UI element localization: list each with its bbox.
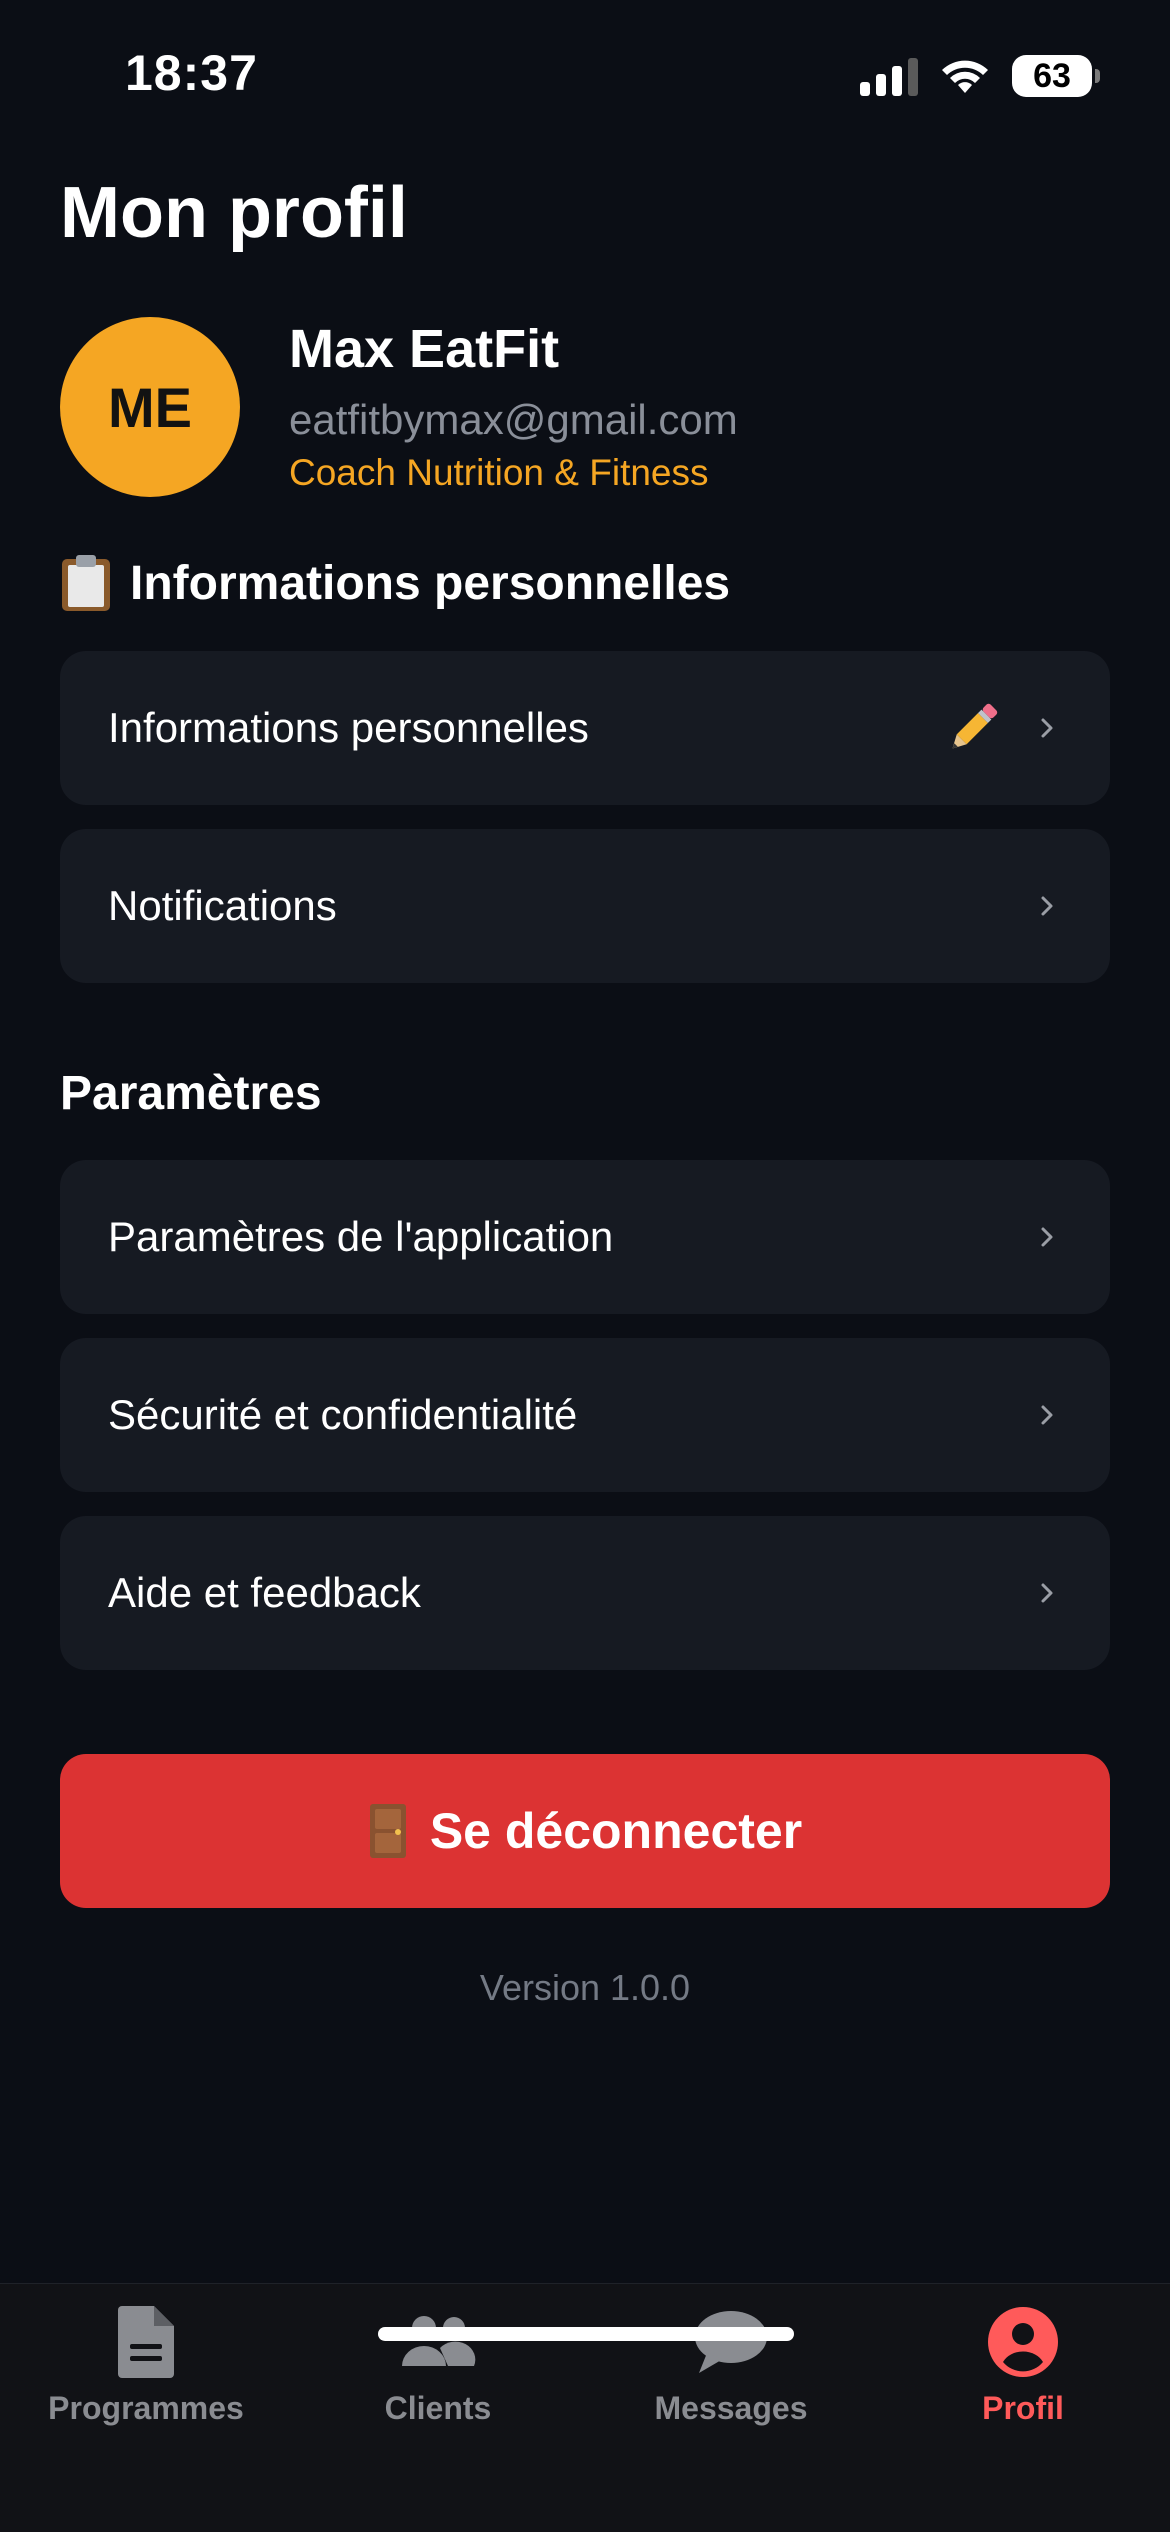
status-icons: 63 — [860, 54, 1100, 98]
row-label: Paramètres de l'application — [108, 1213, 614, 1260]
status-time: 18:37 — [125, 45, 258, 101]
chevron-right-icon — [1041, 1583, 1053, 1603]
battery-icon: 63 — [1012, 55, 1100, 97]
tab-programmes[interactable]: Programmes — [0, 2284, 292, 2454]
pencil-icon[interactable] — [942, 697, 1004, 759]
profile-name: Max EatFit — [289, 319, 560, 379]
tab-clients[interactable]: Clients — [292, 2284, 584, 2454]
profile-role: Coach Nutrition & Fitness — [289, 452, 709, 493]
tab-bar: Programmes Clients Messages Profil — [0, 2283, 1170, 2532]
row-label: Informations personnelles — [108, 704, 589, 751]
tab-messages[interactable]: Messages — [585, 2284, 877, 2454]
wifi-icon — [942, 60, 988, 93]
logout-button[interactable]: Se déconnecter — [60, 1754, 1110, 1908]
tab-icon-wrap — [985, 2304, 1061, 2380]
profile-email: eatfitbymax@gmail.com — [289, 396, 738, 443]
door-icon — [369, 1804, 406, 1858]
row-trailing — [942, 697, 1062, 759]
row-personal-info[interactable]: Informations personnelles — [60, 651, 1110, 805]
battery-level: 63 — [1033, 56, 1071, 95]
tab-icon-wrap — [400, 2304, 476, 2380]
chevron-right-icon — [1041, 1227, 1053, 1247]
avatar-initials: ME — [108, 375, 192, 439]
row-security-privacy[interactable]: Sécurité et confidentialité — [60, 1338, 1110, 1492]
row-label: Aide et feedback — [108, 1569, 421, 1616]
section-heading-label: Informations personnelles — [130, 556, 731, 610]
tab-icon-wrap — [693, 2304, 769, 2380]
tab-label: Programmes — [48, 2390, 244, 2426]
page-title: Mon profil — [60, 173, 408, 253]
clipboard-icon — [62, 555, 110, 611]
row-help-feedback[interactable]: Aide et feedback — [60, 1516, 1110, 1670]
users-icon — [402, 2316, 476, 2366]
chat-bubble-icon — [695, 2311, 767, 2373]
tab-label: Clients — [384, 2390, 492, 2426]
row-label: Notifications — [108, 882, 337, 929]
row-label: Sécurité et confidentialité — [108, 1391, 578, 1438]
document-icon — [118, 2306, 174, 2378]
logout-label: Se déconnecter — [429, 1803, 803, 1859]
home-indicator — [378, 2327, 794, 2341]
user-circle-icon — [988, 2307, 1058, 2377]
tab-label: Profil — [982, 2390, 1064, 2426]
section-heading-label: Paramètres — [60, 1067, 322, 1120]
tab-label: Messages — [654, 2390, 808, 2426]
avatar[interactable]: ME — [60, 317, 240, 497]
app-version: Version 1.0.0 — [479, 1967, 691, 2008]
chevron-right-icon — [1041, 1405, 1053, 1425]
tab-profil[interactable]: Profil — [877, 2284, 1169, 2454]
row-app-settings[interactable]: Paramètres de l'application — [60, 1160, 1110, 1314]
chevron-right-icon — [1041, 718, 1053, 738]
chevron-right-icon — [1041, 896, 1053, 916]
tab-icon-wrap — [108, 2304, 184, 2380]
section-heading-settings: Paramètres — [60, 1066, 322, 1121]
section-heading-personal: Informations personnelles — [60, 553, 730, 613]
profile-screen: 18:37 63 Mon profil ME Max EatFit eatfit… — [0, 0, 1170, 2532]
cellular-signal-icon — [860, 56, 918, 96]
row-notifications[interactable]: Notifications — [60, 829, 1110, 983]
